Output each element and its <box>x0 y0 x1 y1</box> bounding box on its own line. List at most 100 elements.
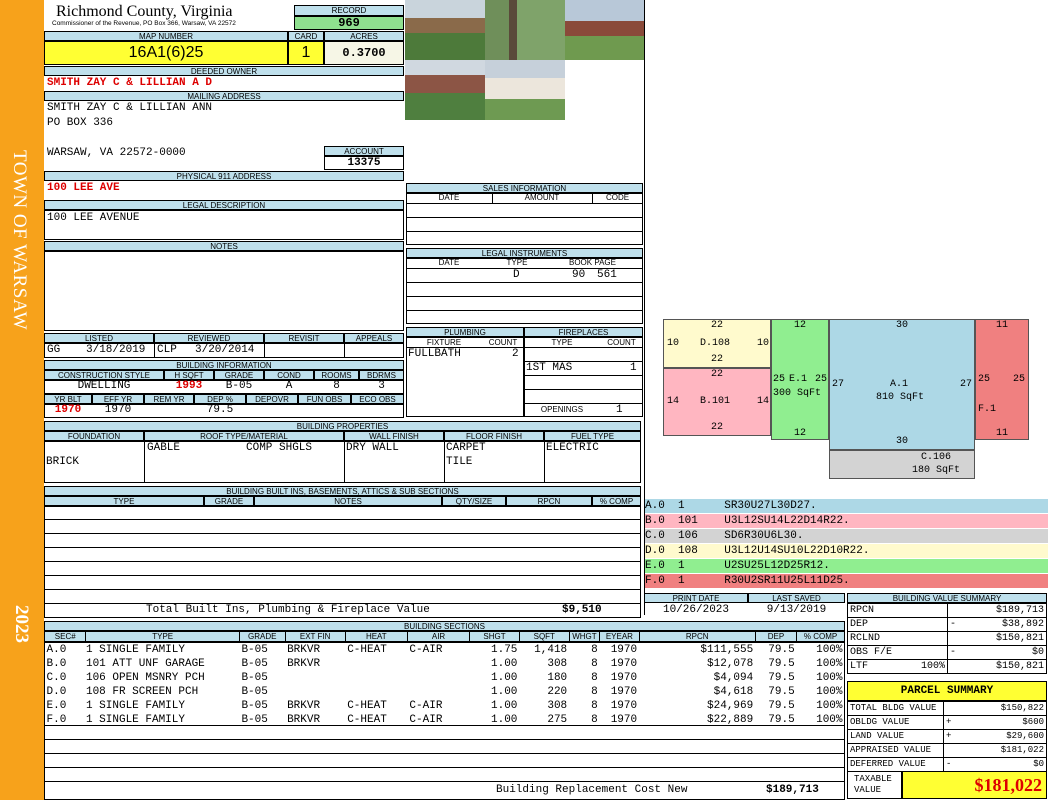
funobs-label: FUN OBS <box>298 394 351 404</box>
listed-date: 3/18/2019 <box>86 344 146 356</box>
construction-label: CONSTRUCTION STYLE <box>44 370 164 380</box>
ps-deferred-label: DEFERRED VALUE <box>847 757 944 772</box>
ps-land-cell: + $29,600 <box>943 729 1047 744</box>
revisit-label: REVISIT <box>264 333 344 343</box>
account-number: 13375 <box>324 156 404 170</box>
county-title: Richmond County, Virginia <box>56 3 233 20</box>
reviewed-date: 3/20/2014 <box>195 344 255 356</box>
plumbing-count-label: COUNT <box>488 338 518 347</box>
dim-a-top: 30 <box>896 320 909 331</box>
bvs-rclnd: $150,821 <box>947 631 1047 646</box>
building-sections-title: BUILDING SECTIONS <box>44 621 845 631</box>
property-photo-3[interactable] <box>565 0 644 60</box>
deeded-owner-label: DEEDED OWNER <box>44 66 404 76</box>
dim-d-left: 10 <box>667 338 680 349</box>
ps-bldg-label: TOTAL BLDG VALUE <box>847 701 944 716</box>
ps-appraised: $181,022 <box>943 743 1047 758</box>
dim-f-left: 25 <box>978 374 991 385</box>
dim-b-top: 22 <box>711 369 724 380</box>
grade-label: GRADE <box>214 370 264 380</box>
replacement-cost-label: Building Replacement Cost New <box>496 784 688 796</box>
effyr-label: EFF YR <box>92 394 144 404</box>
bvs-dep-sign: - <box>950 619 957 630</box>
bvs-obs-label: OBS F/E <box>847 645 948 660</box>
ps-obldg-cell: + $600 <box>943 715 1047 730</box>
property-photo-4[interactable] <box>405 60 485 120</box>
legal-col-bookpage: BOOK PAGE <box>569 258 616 267</box>
floor-finish-2: TILE <box>446 456 473 468</box>
ps-obldg-label: OBLDG VALUE <box>847 715 944 730</box>
dim-d-right: 10 <box>757 338 770 349</box>
sales-col-code: CODE <box>605 193 630 202</box>
depreciation-pct: 79.5 <box>206 404 234 416</box>
sales-col-date: DATE <box>438 193 460 202</box>
legend-row-a: A.0 1 SR30U27L30D27. <box>645 499 1048 514</box>
ps-land-label: LAND VALUE <box>847 729 944 744</box>
bedrooms: 3 <box>378 380 385 392</box>
builtins-total: $9,510 <box>562 604 602 616</box>
record-label: RECORD <box>294 5 404 16</box>
bvs-obs: $0 <box>1031 647 1044 658</box>
builtins-col-notes: NOTES <box>254 496 442 506</box>
dim-f-bottom: 11 <box>996 428 1009 439</box>
taxable-label-1: TAXABLE <box>854 774 892 784</box>
ps-deferred-cell: - $0 <box>943 757 1047 772</box>
property-photo-5[interactable] <box>485 60 565 120</box>
label-f: F.1 <box>978 404 997 415</box>
taxable-value: $181,022 <box>902 771 1047 799</box>
effective-year: 1970 <box>104 404 132 416</box>
notes-label: NOTES <box>44 241 404 251</box>
bvs-rpcn: $189,713 <box>947 603 1047 618</box>
physical-address-label: PHYSICAL 911 ADDRESS <box>44 171 404 181</box>
builtins-grid <box>44 506 641 618</box>
mailing-line-2: PO BOX 336 <box>47 117 114 129</box>
mailing-address-label: MAILING ADDRESS <box>44 91 404 101</box>
bvs-ltf-pct: 100% <box>920 661 945 672</box>
yrblt-label: YR BLT <box>44 394 92 404</box>
legend-row-b: B.0 101 U3L12SU14L22D14R22. <box>645 514 1048 529</box>
foundation-label: FOUNDATION <box>44 431 144 441</box>
cond-label: COND <box>264 370 314 380</box>
property-photo-2[interactable] <box>485 0 565 60</box>
fireplace-type: 1ST MAS <box>526 362 573 374</box>
reviewed-by: CLP <box>157 344 177 356</box>
dim-f-right: 25 <box>1013 374 1026 385</box>
last-saved-label: LAST SAVED <box>748 593 845 603</box>
fireplace-count-label: COUNT <box>607 338 636 347</box>
wall-label: WALL FINISH <box>344 431 444 441</box>
legal-instruments-title: LEGAL INSTRUMENTS <box>406 248 643 258</box>
ps-deferred: $0 <box>1033 759 1044 769</box>
bvs-obs-sign: - <box>950 647 957 658</box>
property-photo-1[interactable] <box>405 0 485 60</box>
dep-label: DEP % <box>194 394 246 404</box>
dim-d-top: 22 <box>711 320 724 331</box>
notes-box <box>44 251 404 331</box>
dim-e-top: 12 <box>794 320 807 331</box>
acres-value: 0.3700 <box>324 41 404 65</box>
builtins-col-qty: QTY/SIZE <box>442 496 506 506</box>
mailing-line-3: WARSAW, VA 22572-0000 <box>47 147 186 159</box>
year-built: 1970 <box>54 404 82 416</box>
bvs-ltf-cell: LTF 100% <box>847 659 948 674</box>
ps-deferred-sign: - <box>946 759 952 769</box>
town-name: TOWN OF WARSAW <box>9 150 30 331</box>
builtins-col-comp: % COMP <box>592 496 641 506</box>
record-number: 969 <box>294 16 404 30</box>
depovr-label: DEPOVR <box>246 394 298 404</box>
plumbing-fixture-label: FIXTURE <box>426 338 462 347</box>
building-properties-title: BUILDING PROPERTIES <box>44 421 641 431</box>
floor-finish-1: CARPET <box>446 442 486 454</box>
bvs-table: RPCN $189,713 DEP - $38,892 RCLND $150,821 O… <box>847 603 1047 674</box>
commissioner-line: Commissioner of the Revenue, PO Box 366,… <box>52 20 236 27</box>
fireplaces-title: FIREPLACES <box>524 327 643 337</box>
legend-row-e: E.0 1 U2SU25L12D25R12. <box>645 559 1048 574</box>
dim-a-left: 27 <box>832 379 845 390</box>
building-info-title: BUILDING INFORMATION <box>44 360 404 370</box>
builtins-col-rpcn: RPCN <box>506 496 592 506</box>
dim-b-right: 14 <box>757 396 770 407</box>
area-c: 180 SqFt <box>912 465 961 476</box>
ps-obldg: $600 <box>1022 717 1044 727</box>
fireplace-type-label: TYPE <box>551 338 573 347</box>
print-date: 10/26/2023 <box>662 604 729 616</box>
bvs-title: BUILDING VALUE SUMMARY <box>847 593 1047 603</box>
